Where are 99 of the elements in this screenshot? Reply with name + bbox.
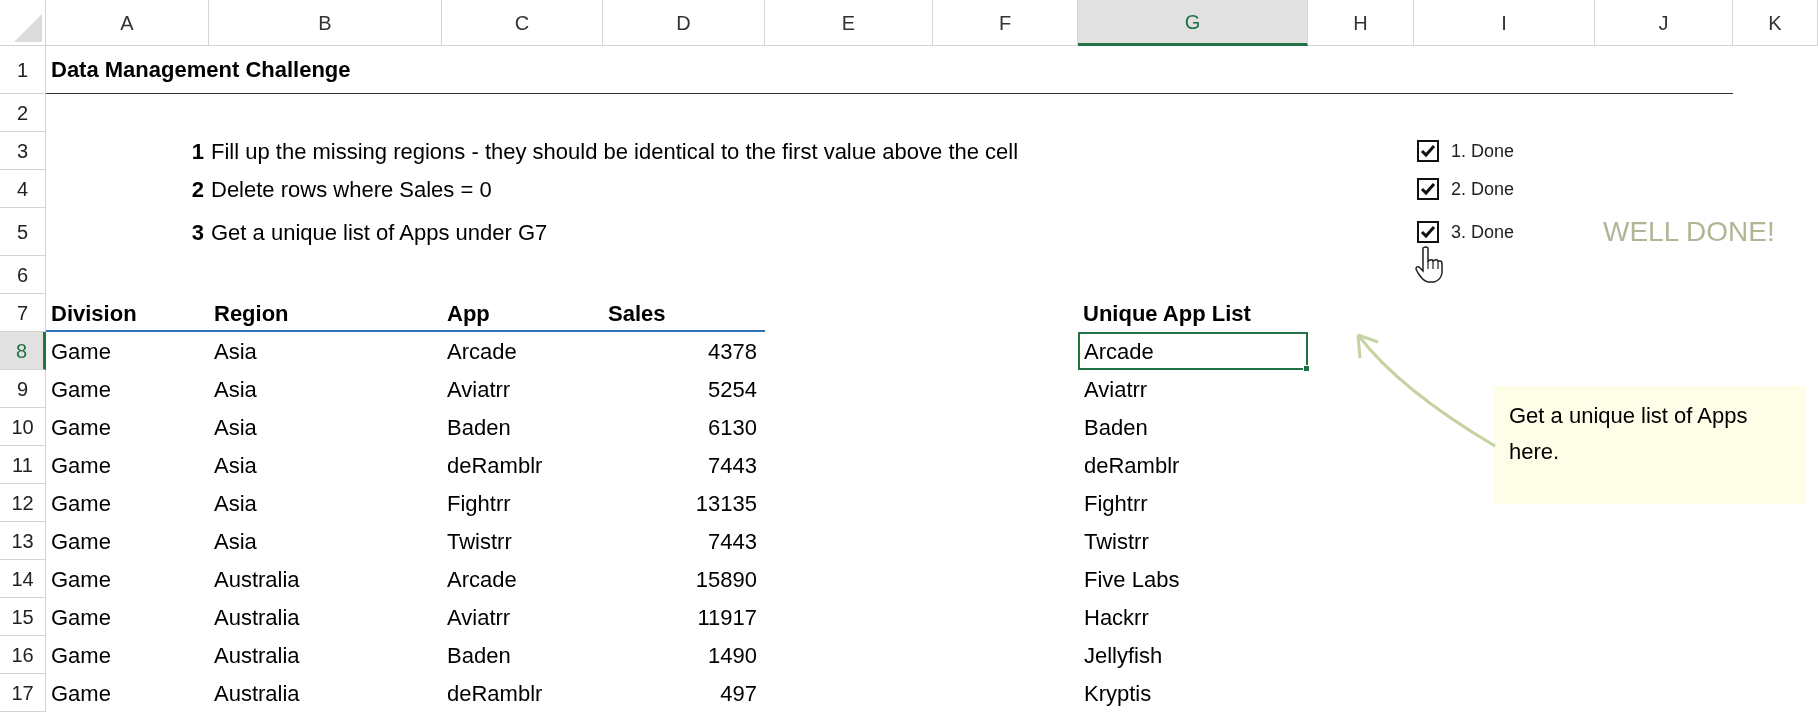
row-header[interactable]: 16 [0,636,46,674]
table-cell-text: Game [51,413,111,442]
row-header[interactable]: 13 [0,522,46,560]
column-header[interactable]: B [209,0,442,46]
checkbox[interactable] [1417,221,1439,243]
row-header[interactable]: 10 [0,408,46,446]
column-header[interactable]: K [1733,0,1818,46]
row-header[interactable]: 12 [0,484,46,522]
table-cell-text: Baden [447,641,511,670]
table-cell-text: 497 [720,679,757,708]
table-cell-text: Asia [214,375,257,404]
column-header[interactable]: H [1308,0,1414,46]
column-heading: Division [51,299,137,328]
table-cell-text: deRamblr [447,679,543,708]
table-cell-text: 11917 [697,603,757,632]
table-cell-text: 5254 [708,375,757,404]
column-heading: Sales [608,299,666,328]
list-heading: Unique App List [1083,299,1251,328]
row-header[interactable]: 17 [0,674,46,712]
table-cell-text: Game [51,679,111,708]
table-cell-text: deRamblr [447,451,543,480]
table-cell-text: Asia [214,489,257,518]
checkbox-label: 2. Done [1451,177,1515,201]
table-cell-text: Game [51,603,111,632]
table-cell-text: Game [51,565,111,594]
callout-note: Get a unique list of Apps here. [1493,386,1806,504]
table-cell-text: Jellyfish [1084,641,1163,670]
table-cell-text: Australia [214,603,300,632]
step-number: 2 [190,175,205,204]
table-cell-text: 7443 [708,527,757,556]
table-cell-text: Asia [214,451,257,480]
column-header[interactable]: J [1595,0,1733,46]
table-cell-text: 13135 [695,489,757,518]
column-header[interactable]: G [1078,0,1308,46]
column-header[interactable]: I [1414,0,1595,46]
row-header[interactable]: 15 [0,598,46,636]
table-cell-text: Game [51,527,111,556]
step-number: 3 [190,218,205,247]
table-cell-text: Game [51,337,111,366]
table-cell-text: Australia [214,565,300,594]
fill-handle[interactable] [1303,365,1310,372]
table-cell-text: Aviatrr [447,375,511,404]
table-cell-text: 15890 [695,565,757,594]
table-cell-text: Arcade [447,337,517,366]
step-text: Delete rows where Sales = 0 [211,175,492,204]
column-heading: Region [214,299,289,328]
sheet-title: Data Management Challenge [51,56,351,84]
status-message: WELL DONE! [1603,215,1775,249]
table-cell-text: Hackrr [1084,603,1149,632]
checkbox[interactable] [1417,178,1439,200]
table-cell-text: Game [51,489,111,518]
table-cell-text: Twistrr [447,527,512,556]
row-header[interactable]: 3 [0,132,46,170]
table-cell-text: Australia [214,641,300,670]
table-cell-text: Asia [214,527,257,556]
table-cell-text: Kryptis [1084,679,1152,708]
row-header[interactable]: 14 [0,560,46,598]
column-header[interactable]: A [46,0,209,46]
step-text: Fill up the missing regions - they should be identical to the first value above the cell [211,137,1019,166]
table-cell-text: Game [51,451,111,480]
table-cell-text: Baden [1084,413,1148,442]
table-cell-text: Asia [214,337,257,366]
table-cell-text: Australia [214,679,300,708]
column-header[interactable]: F [933,0,1078,46]
table-cell-text: Asia [214,413,257,442]
table-cell-text: Arcade [447,565,517,594]
table-cell-text: deRamblr [1084,451,1180,480]
table-cell-text: 4378 [708,337,757,366]
step-text: Get a unique list of Apps under G7 [211,218,548,247]
row-header[interactable]: 2 [0,94,46,132]
table-cell-text: 6130 [708,413,757,442]
checkbox[interactable] [1417,140,1439,162]
column-heading: App [447,299,490,328]
table-cell-text: Fightrr [447,489,511,518]
table-cell-text: Aviatrr [447,603,511,632]
row-header[interactable]: 1 [0,46,46,94]
table-cell-text: Aviatrr [1084,375,1148,404]
table-cell-text: 1490 [708,641,757,670]
table-cell-text: Fightrr [1084,489,1148,518]
row-header[interactable]: 7 [0,294,46,332]
row-header[interactable]: 9 [0,370,46,408]
table-cell-text: 7443 [708,451,757,480]
row-header[interactable]: 6 [0,256,46,294]
table-cell-text: Five Labs [1084,565,1180,594]
column-header[interactable]: C [442,0,603,46]
column-header[interactable]: E [765,0,933,46]
row-header[interactable]: 11 [0,446,46,484]
row-header[interactable]: 4 [0,170,46,208]
step-number: 1 [190,137,205,166]
row-header[interactable]: 5 [0,208,46,256]
table-cell-text: Twistrr [1084,527,1149,556]
column-header[interactable]: D [603,0,765,46]
selected-cell[interactable]: Arcade [1078,332,1308,370]
table-cell-text: Baden [447,413,511,442]
table-cell-text: Game [51,375,111,404]
table-cell-text: Game [51,641,111,670]
checkbox-label: 3. Done [1451,220,1515,244]
checkbox-label: 1. Done [1451,139,1515,163]
row-header[interactable]: 8 [0,332,46,370]
